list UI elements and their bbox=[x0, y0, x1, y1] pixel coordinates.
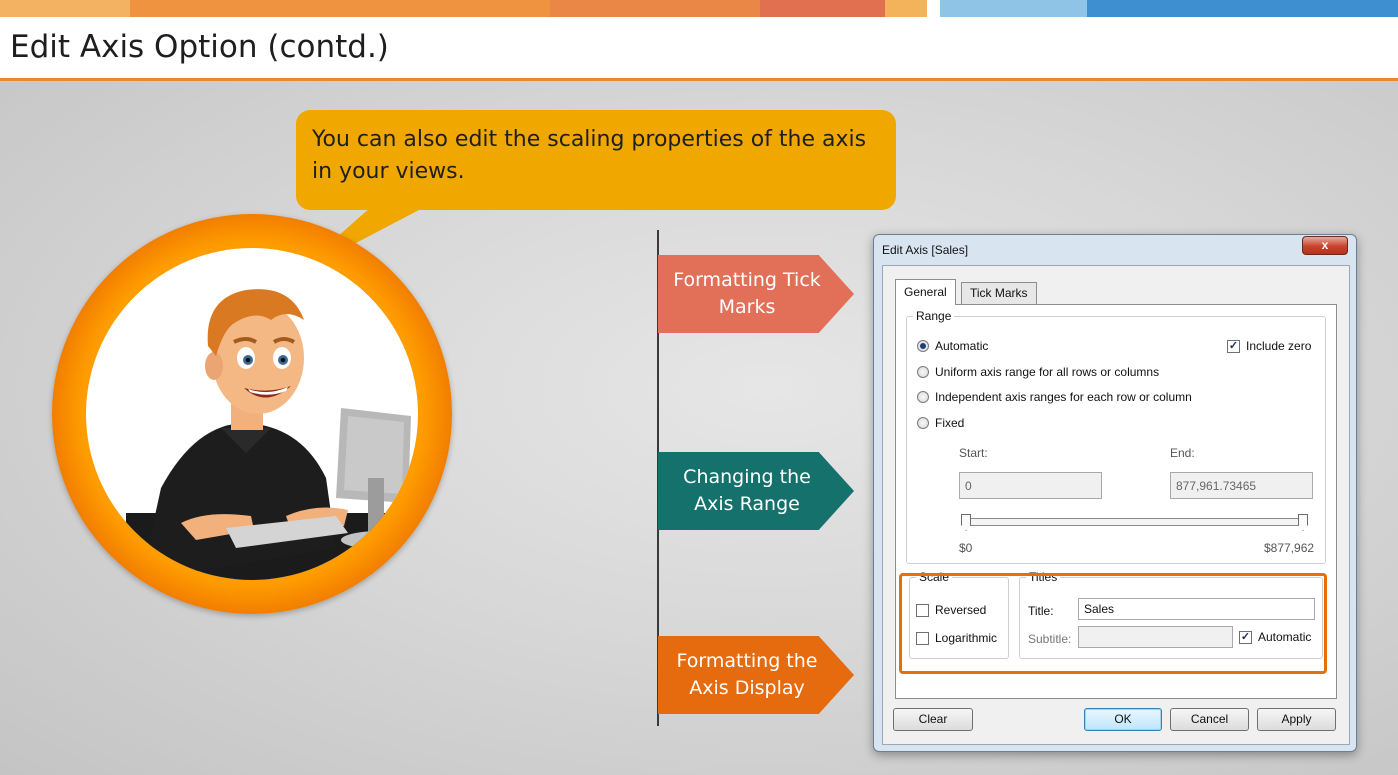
radio-label: Fixed bbox=[935, 416, 965, 430]
range-slider-track[interactable] bbox=[963, 518, 1304, 526]
avatar bbox=[86, 248, 418, 580]
page-title: Edit Axis Option (contd.) bbox=[10, 29, 389, 65]
start-label: Start: bbox=[959, 446, 988, 460]
range-min-label: $0 bbox=[959, 541, 973, 555]
arrow-label: Formatting Tick Marks bbox=[673, 269, 821, 318]
edit-axis-dialog: Edit Axis [Sales] x General Tick Marks R… bbox=[873, 234, 1357, 752]
arrow-label: Formatting the Axis Display bbox=[676, 650, 818, 699]
tab-label: General bbox=[904, 285, 947, 299]
dialog-title: Edit Axis [Sales] bbox=[882, 243, 969, 257]
close-button[interactable]: x bbox=[1302, 236, 1348, 255]
radio-uniform-range[interactable]: Uniform axis range for all rows or colum… bbox=[917, 365, 1159, 379]
radio-icon bbox=[917, 366, 929, 378]
radio-automatic[interactable]: Automatic bbox=[917, 339, 988, 353]
tab-tick-marks[interactable]: Tick Marks bbox=[961, 282, 1037, 304]
close-icon: x bbox=[1321, 238, 1329, 252]
presenter-illustration-icon bbox=[126, 289, 418, 580]
cancel-button[interactable]: Cancel bbox=[1170, 708, 1249, 731]
radio-label: Uniform axis range for all rows or colum… bbox=[935, 365, 1160, 379]
radio-icon bbox=[917, 391, 929, 403]
include-zero-checkbox[interactable]: ✓ Include zero bbox=[1227, 339, 1311, 353]
range-slider-min-thumb[interactable] bbox=[961, 514, 971, 531]
radio-icon bbox=[917, 417, 929, 429]
checkbox-label: Include zero bbox=[1246, 339, 1312, 353]
range-slider-max-thumb[interactable] bbox=[1298, 514, 1308, 531]
range-max-label: $877,962 bbox=[1264, 541, 1315, 555]
top-color-stripe bbox=[0, 0, 1398, 17]
start-field[interactable]: 0 bbox=[959, 472, 1102, 499]
arrow-formatting-axis-display: Formatting the Axis Display bbox=[658, 636, 854, 714]
radio-label: Independent axis ranges for each row or … bbox=[935, 390, 1192, 404]
avatar-ring bbox=[52, 214, 452, 614]
checkmark-icon: ✓ bbox=[1227, 339, 1240, 353]
apply-button[interactable]: Apply bbox=[1257, 708, 1336, 731]
arrow-changing-axis-range: Changing the Axis Range bbox=[658, 452, 854, 530]
arrow-formatting-tick-marks: Formatting Tick Marks bbox=[658, 255, 854, 333]
scale-titles-highlight bbox=[899, 573, 1327, 674]
tab-label: Tick Marks bbox=[970, 286, 1028, 300]
range-group-label: Range bbox=[913, 309, 955, 323]
radio-independent-range[interactable]: Independent axis ranges for each row or … bbox=[917, 390, 1192, 404]
speech-bubble: You can also edit the scaling properties… bbox=[296, 110, 896, 210]
range-group: Range Automatic Uniform axis range for a… bbox=[906, 309, 1326, 564]
header-bar: Edit Axis Option (contd.) bbox=[0, 17, 1398, 81]
end-label: End: bbox=[1170, 446, 1195, 460]
radio-selected-icon bbox=[917, 340, 929, 352]
end-field[interactable]: 877,961.73465 bbox=[1170, 472, 1313, 499]
bubble-text: You can also edit the scaling properties… bbox=[312, 127, 867, 184]
radio-label: Automatic bbox=[935, 339, 989, 353]
arrow-label: Changing the Axis Range bbox=[683, 466, 811, 515]
tab-general[interactable]: General bbox=[895, 279, 956, 305]
radio-fixed[interactable]: Fixed bbox=[917, 416, 964, 430]
clear-button[interactable]: Clear bbox=[893, 708, 973, 731]
ok-button[interactable]: OK bbox=[1084, 708, 1162, 731]
